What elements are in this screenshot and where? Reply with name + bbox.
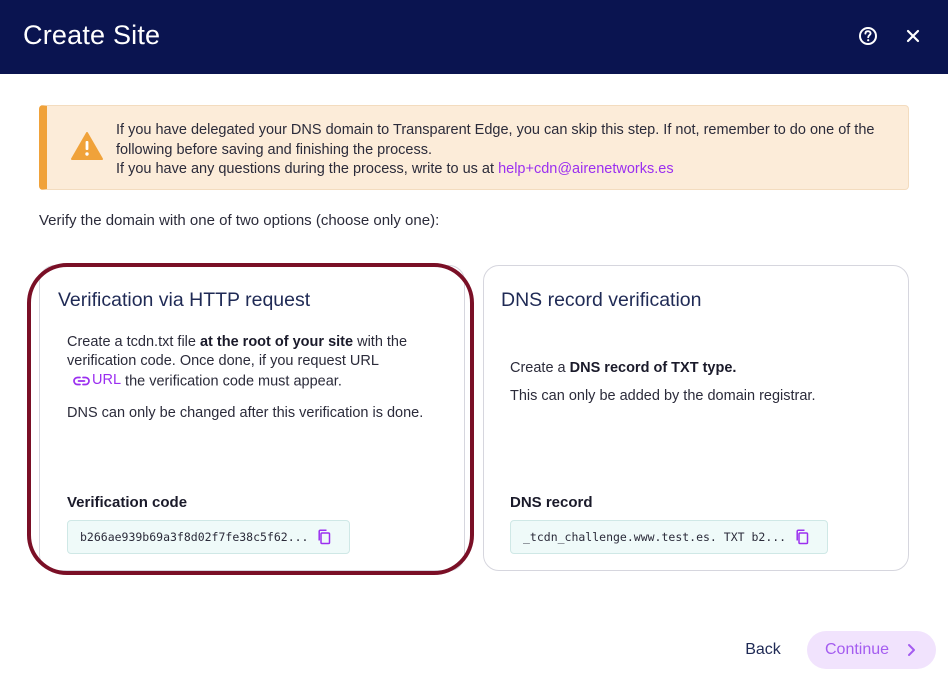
alert-line-2: If you have any questions during the pro… xyxy=(116,161,499,177)
link-icon xyxy=(73,376,90,385)
verification-code-value: b266ae939b69a3f8d02f7fe38c5f62... xyxy=(80,530,309,544)
continue-button[interactable]: Continue xyxy=(807,631,936,669)
dns-text-bold: DNS record of TXT type. xyxy=(569,360,737,376)
http-card-description: Create a tcdn.txt file at the root of yo… xyxy=(67,333,427,423)
warning-icon xyxy=(69,130,105,162)
dns-record-label: DNS record xyxy=(510,494,593,511)
back-button[interactable]: Back xyxy=(733,632,793,668)
close-icon[interactable] xyxy=(899,22,927,50)
dns-card-description: Create a DNS record of TXT type. This ca… xyxy=(510,359,890,406)
alert-line-1: If you have delegated your DNS domain to… xyxy=(116,122,875,158)
support-email-link[interactable]: help+cdn@airenetworks.es xyxy=(498,161,674,177)
url-label: URL xyxy=(92,372,122,388)
http-text-bold: at the root of your site xyxy=(199,334,354,350)
http-verification-card[interactable]: Verification via HTTP request Create a t… xyxy=(39,265,465,571)
copy-icon[interactable] xyxy=(317,529,331,545)
alert-message: If you have delegated your DNS domain to… xyxy=(116,121,906,180)
help-icon[interactable] xyxy=(854,22,882,50)
url-link[interactable]: URL xyxy=(73,371,121,390)
verification-intro: Verify the domain with one of two option… xyxy=(39,212,440,229)
info-alert: If you have delegated your DNS domain to… xyxy=(39,105,909,190)
http-card-title: Verification via HTTP request xyxy=(58,289,311,311)
dns-record-value: _tcdn_challenge.www.test.es. TXT b2... xyxy=(523,530,787,544)
http-text-c: the verification code must appear. xyxy=(121,373,342,390)
http-card-note: DNS can only be changed after this verif… xyxy=(67,404,424,421)
http-text-a: Create a tcdn.txt file xyxy=(67,334,200,350)
chevron-right-icon xyxy=(908,644,915,656)
dns-text-a: Create a xyxy=(510,360,570,376)
dialog-title: Create Site xyxy=(23,20,161,50)
continue-label: Continue xyxy=(825,641,890,658)
dialog-header: Create Site xyxy=(0,0,948,74)
dns-verification-card[interactable]: DNS record verification Create a DNS rec… xyxy=(483,265,909,571)
dns-record-field[interactable]: _tcdn_challenge.www.test.es. TXT b2... xyxy=(510,520,828,554)
dns-card-title: DNS record verification xyxy=(501,289,702,311)
verification-code-field[interactable]: b266ae939b69a3f8d02f7fe38c5f62... xyxy=(67,520,350,554)
verification-code-label: Verification code xyxy=(67,494,188,511)
dns-card-note: This can only be added by the domain reg… xyxy=(510,388,816,404)
copy-icon[interactable] xyxy=(795,529,809,545)
